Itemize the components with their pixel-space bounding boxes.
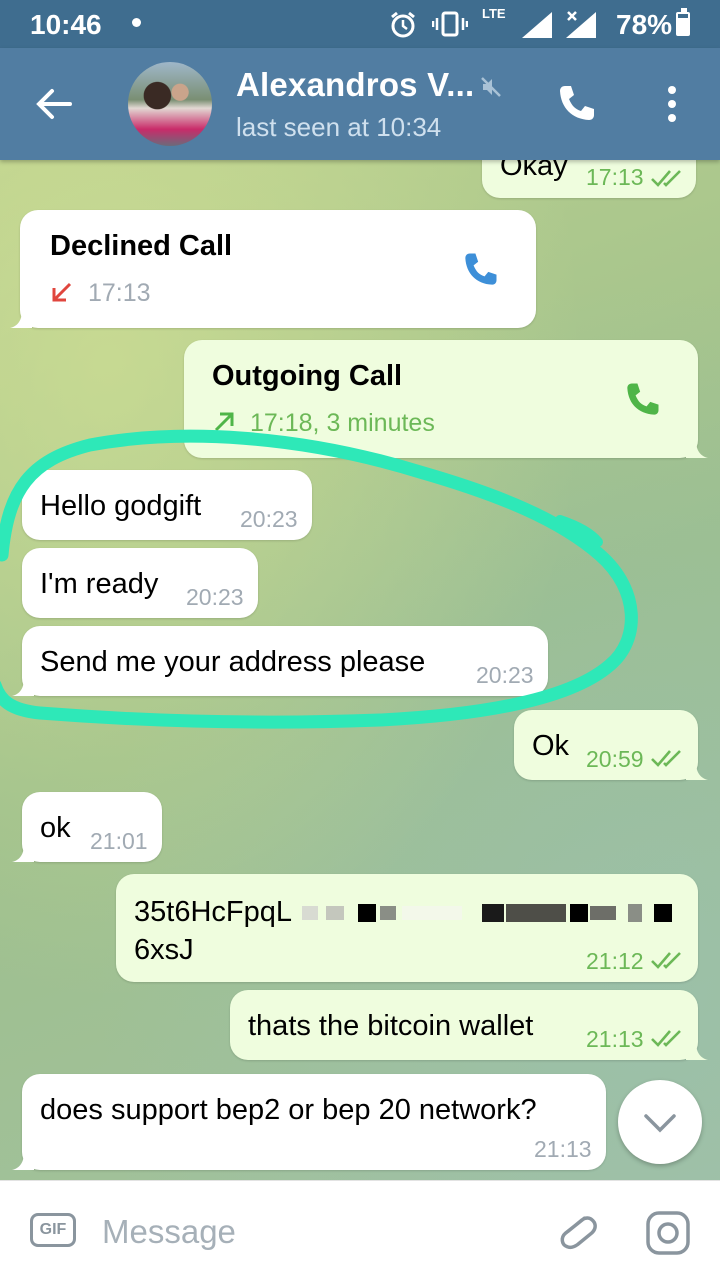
last-seen-status: last seen at 10:34 <box>236 112 442 142</box>
contact-name[interactable]: Alexandros V... <box>236 66 474 104</box>
bubble-tail <box>12 844 34 862</box>
message-time: 20:59 <box>586 746 644 772</box>
message-time: 20:23 <box>476 662 534 688</box>
message-text: thats the bitcoin wallet <box>248 1010 534 1042</box>
signal-2-icon <box>566 11 596 38</box>
read-ticks-icon <box>651 170 681 187</box>
missed-call-arrow-icon <box>52 282 72 302</box>
bubble-tail <box>686 440 708 458</box>
battery-percent: 78% <box>616 9 673 40</box>
message-incoming[interactable]: ok 21:01 <box>12 792 162 862</box>
lte-label: LTE <box>482 6 506 21</box>
read-ticks-icon <box>651 1030 681 1047</box>
message-time: 21:01 <box>90 828 148 854</box>
bubble-tail <box>10 310 32 328</box>
scroll-to-bottom-button[interactable] <box>618 1080 702 1164</box>
call-title: Declined Call <box>50 230 233 262</box>
call-back-phone-icon[interactable] <box>458 248 502 292</box>
battery-icon <box>676 8 690 36</box>
message-composer: GIF <box>0 1180 720 1281</box>
gif-button[interactable]: GIF <box>30 1213 76 1247</box>
message-text: Hello godgift <box>40 490 202 522</box>
read-ticks-icon <box>651 952 681 969</box>
message-incoming[interactable]: Send me your address please 20:23 <box>12 626 548 696</box>
message-text: I'm ready <box>40 568 159 600</box>
bubble-tail <box>686 1042 708 1060</box>
redacted-text-block <box>284 904 676 922</box>
muted-icon <box>481 77 501 97</box>
status-bar: 10:46 LTE 78% <box>0 0 720 48</box>
message-incoming[interactable]: does support bep2 or bep 20 network? 21:… <box>12 1074 606 1170</box>
message-incoming[interactable]: Hello godgift 20:23 <box>22 470 312 540</box>
message-text: does support bep2 or bep 20 network? <box>40 1094 537 1126</box>
attach-icon[interactable] <box>552 1207 600 1255</box>
read-ticks-icon <box>651 750 681 767</box>
message-time: 20:23 <box>186 584 244 610</box>
bubble-tail <box>12 1152 34 1170</box>
message-text-line1: 35t6HcFpqL <box>134 896 292 928</box>
message-time: 17:13 <box>586 164 644 190</box>
message-text: ok <box>40 812 71 844</box>
message-outgoing[interactable]: Okay 17:13 <box>482 160 696 198</box>
message-outgoing-wallet[interactable]: 35t6HcFpqL 6xsJ 21:12 <box>116 874 698 982</box>
message-input[interactable] <box>100 1209 524 1255</box>
message-time: 20:23 <box>240 506 298 532</box>
notification-dot-icon <box>132 18 141 27</box>
bubble-tail <box>12 678 34 696</box>
message-text-line2: 6xsJ <box>134 934 194 966</box>
message-outgoing[interactable]: thats the bitcoin wallet 21:13 <box>230 990 708 1060</box>
more-menu-icon[interactable] <box>656 80 688 128</box>
message-text: Send me your address please <box>40 646 426 678</box>
call-detail: 17:18, 3 minutes <box>250 409 435 437</box>
message-text: Ok <box>532 730 570 762</box>
signal-icon <box>522 12 552 38</box>
back-arrow-icon[interactable] <box>30 80 78 128</box>
message-incoming[interactable]: I'm ready 20:23 <box>22 548 258 618</box>
status-time: 10:46 <box>30 9 102 40</box>
call-title: Outgoing Call <box>212 360 403 392</box>
alarm-icon <box>391 11 415 38</box>
message-list[interactable]: Okay 17:13 Declined Call 17:13 Outgoing … <box>0 160 720 1180</box>
chat-header: Alexandros V... last seen at 10:34 <box>0 48 720 160</box>
camera-icon[interactable] <box>644 1209 692 1257</box>
message-time: 21:13 <box>534 1136 592 1162</box>
outgoing-call-arrow-icon <box>214 412 234 432</box>
call-detail: 17:13 <box>88 279 151 307</box>
call-again-phone-icon[interactable] <box>620 378 664 422</box>
message-outgoing[interactable]: Ok 20:59 <box>514 710 708 780</box>
vibrate-icon <box>432 11 468 37</box>
message-time: 21:13 <box>586 1026 644 1052</box>
call-message-declined[interactable]: Declined Call 17:13 <box>10 210 536 328</box>
contact-avatar[interactable] <box>128 62 212 146</box>
chevron-down-icon <box>644 1114 676 1133</box>
message-time: 21:12 <box>586 948 644 974</box>
call-message-outgoing[interactable]: Outgoing Call 17:18, 3 minutes <box>184 340 708 458</box>
bubble-tail <box>686 762 708 780</box>
phone-call-icon[interactable] <box>552 80 600 128</box>
message-text: Okay <box>500 160 568 182</box>
